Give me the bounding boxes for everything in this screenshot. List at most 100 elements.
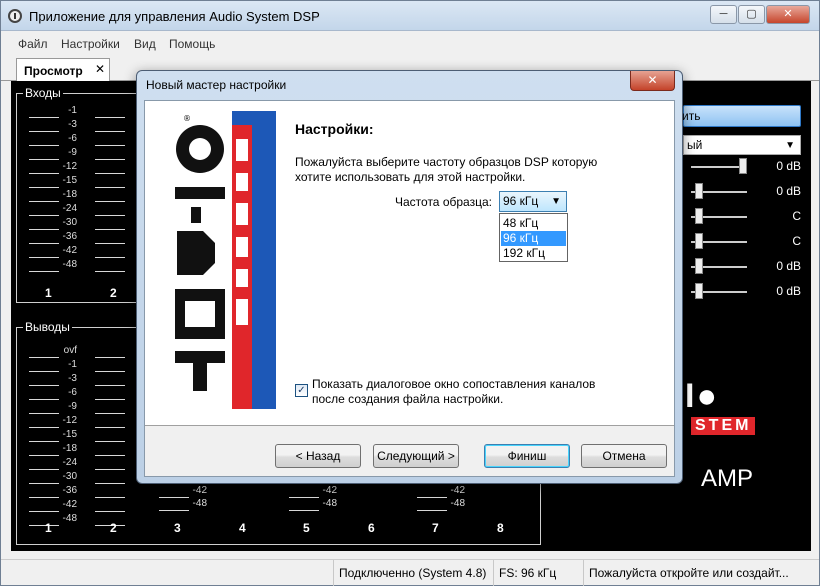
sample-rate-option-96[interactable]: 96 кГц [501, 231, 566, 246]
meter-scale-label: -24 [62, 203, 77, 214]
slider-6[interactable]: 0 dB [683, 282, 801, 302]
tab-preview-label: Просмотр [24, 64, 83, 78]
meter-segment: -30 [29, 472, 77, 484]
meter-scale-label: -30 [62, 471, 77, 482]
meter-segment: -42 [29, 246, 77, 258]
audio-system-logo: ® [155, 111, 276, 409]
status-connection: Подключенно (System 4.8) [333, 560, 493, 586]
meter-scale-label: -1 [68, 105, 77, 116]
meter-segment: -6 [29, 388, 77, 400]
output-channel-7: 7 [432, 521, 439, 535]
meter-segment: ovf [29, 346, 77, 358]
sample-rate-option-192[interactable]: 192 кГц [501, 246, 566, 261]
output-meter-3: -42 -48 [159, 486, 207, 516]
minimize-button[interactable]: ─ [710, 5, 737, 24]
output-meter-7: -42 -48 [417, 486, 465, 516]
dialog-content: ® Настройки: Пожалуйста выберите частоту… [145, 101, 674, 425]
meter-scale-label: -24 [62, 457, 77, 468]
meter-scale-label: -15 [62, 429, 77, 440]
meter-scale-label: -9 [68, 147, 77, 158]
outputs-title: Выводы [23, 320, 72, 334]
meter-scale-label: -12 [62, 415, 77, 426]
status-bar: Подключенно (System 4.8) FS: 96 кГц Пожа… [1, 559, 819, 586]
next-button[interactable]: Следующий > [373, 444, 459, 468]
dialog-heading: Настройки: [295, 121, 374, 137]
meter-segment: -24 [29, 458, 77, 470]
slider-5[interactable]: 0 dB [683, 257, 801, 277]
cancel-button[interactable]: Отмена [581, 444, 667, 468]
output-meter-5: -42 -48 [289, 486, 337, 516]
meter-segment: -15 [29, 176, 77, 188]
chevron-down-icon: ▼ [551, 196, 561, 207]
meter-segment: -12 [29, 416, 77, 428]
meter-segment: -3 [29, 120, 77, 132]
slider-4[interactable]: C [683, 232, 801, 252]
meter-scale-label: -1 [68, 359, 77, 370]
meter-segment: -18 [29, 444, 77, 456]
tab-close-icon[interactable]: ✕ [95, 62, 105, 76]
output-channel-4: 4 [239, 521, 246, 535]
meter-scale-label: -18 [62, 189, 77, 200]
meter-segment: -30 [29, 218, 77, 230]
slider-1[interactable]: 0 dB [683, 157, 801, 177]
menu-view[interactable]: Вид [134, 37, 156, 51]
meter-scale-label: -18 [62, 443, 77, 454]
finish-button[interactable]: Финиш [484, 444, 570, 468]
meter-segment [95, 514, 143, 526]
channel-mapping-checkbox[interactable]: ✓ [295, 384, 308, 397]
output-meter-1: ovf -1 -3 -6 -9 -12 -15 -18 -24 -30 -36 -42 -48 [29, 346, 77, 526]
chevron-down-icon: ▼ [785, 140, 795, 151]
setup-wizard-dialog: Новый мастер настройки ✕ ® Настройки: По… [136, 70, 683, 484]
menu-bar: Файл Настройки Вид Помощь [1, 32, 819, 54]
meter-scale-label: ovf [63, 345, 77, 356]
meter-scale-label: -12 [62, 161, 77, 172]
status-sample-rate: FS: 96 кГц [493, 560, 583, 586]
sample-rate-select[interactable]: 96 кГц ▼ [499, 191, 567, 212]
meter-segment: -24 [29, 204, 77, 216]
app-icon [8, 9, 22, 23]
input-meter-1: -1 -3 -6 -9 -12 -15 -18 -24 -30 -36 -42 -48 [29, 106, 77, 276]
meter-segment: -48 [29, 260, 77, 272]
meter-segment: -3 [29, 374, 77, 386]
meter-segment: -12 [29, 162, 77, 174]
meter-segment: -48 [29, 514, 77, 526]
meter-scale-label: -9 [68, 401, 77, 412]
output-channel-5: 5 [303, 521, 310, 535]
output-channel-8: 8 [497, 521, 504, 535]
svg-text:®: ® [183, 114, 191, 123]
meter-scale-label: -6 [68, 133, 77, 144]
meter-scale-label: -15 [62, 175, 77, 186]
window-title: Приложение для управления Audio System D… [29, 9, 320, 24]
dialog-separator [145, 425, 674, 426]
brand-logo-large: I● STEM AMP [681, 377, 801, 497]
tab-preview[interactable]: Просмотр ✕ [16, 58, 110, 81]
meter-segment: -1 [29, 106, 77, 118]
right-preset-select[interactable]: ый ▼ [683, 135, 801, 155]
meter-scale-label: -30 [62, 217, 77, 228]
title-bar: Приложение для управления Audio System D… [1, 1, 819, 31]
dialog-body: ® Настройки: Пожалуйста выберите частоту… [144, 100, 675, 477]
sample-rate-dropdown: 48 кГц 96 кГц 192 кГц [499, 213, 568, 262]
dialog-close-button[interactable]: ✕ [630, 71, 675, 91]
output-channel-2: 2 [110, 521, 117, 535]
right-action-button[interactable]: ить [682, 105, 801, 127]
close-button[interactable]: ✕ [766, 5, 810, 24]
maximize-button[interactable]: ▢ [738, 5, 765, 24]
meter-scale-label: -36 [62, 485, 77, 496]
sample-rate-option-48[interactable]: 48 кГц [501, 216, 566, 231]
output-channel-6: 6 [368, 521, 375, 535]
audio-system-logo-graphic: ® [155, 111, 276, 409]
slider-2[interactable]: 0 dB [683, 182, 801, 202]
inputs-title: Входы [23, 86, 63, 100]
dialog-description: Пожалуйста выберите частоту образцов DSP… [295, 155, 598, 184]
dialog-title: Новый мастер настройки [146, 78, 287, 92]
meter-scale-label: -48 [62, 513, 77, 524]
output-channel-3: 3 [174, 521, 181, 535]
menu-settings[interactable]: Настройки [61, 37, 120, 51]
slider-3[interactable]: C [683, 207, 801, 227]
inputs-group: Входы -1 -3 -6 -9 -12 -15 -18 -24 -30 -36 -42 -48 1… [16, 86, 141, 303]
menu-file[interactable]: Файл [18, 37, 48, 51]
back-button[interactable]: < Назад [275, 444, 361, 468]
meter-scale-label: -3 [68, 119, 77, 130]
menu-help[interactable]: Помощь [169, 37, 215, 51]
